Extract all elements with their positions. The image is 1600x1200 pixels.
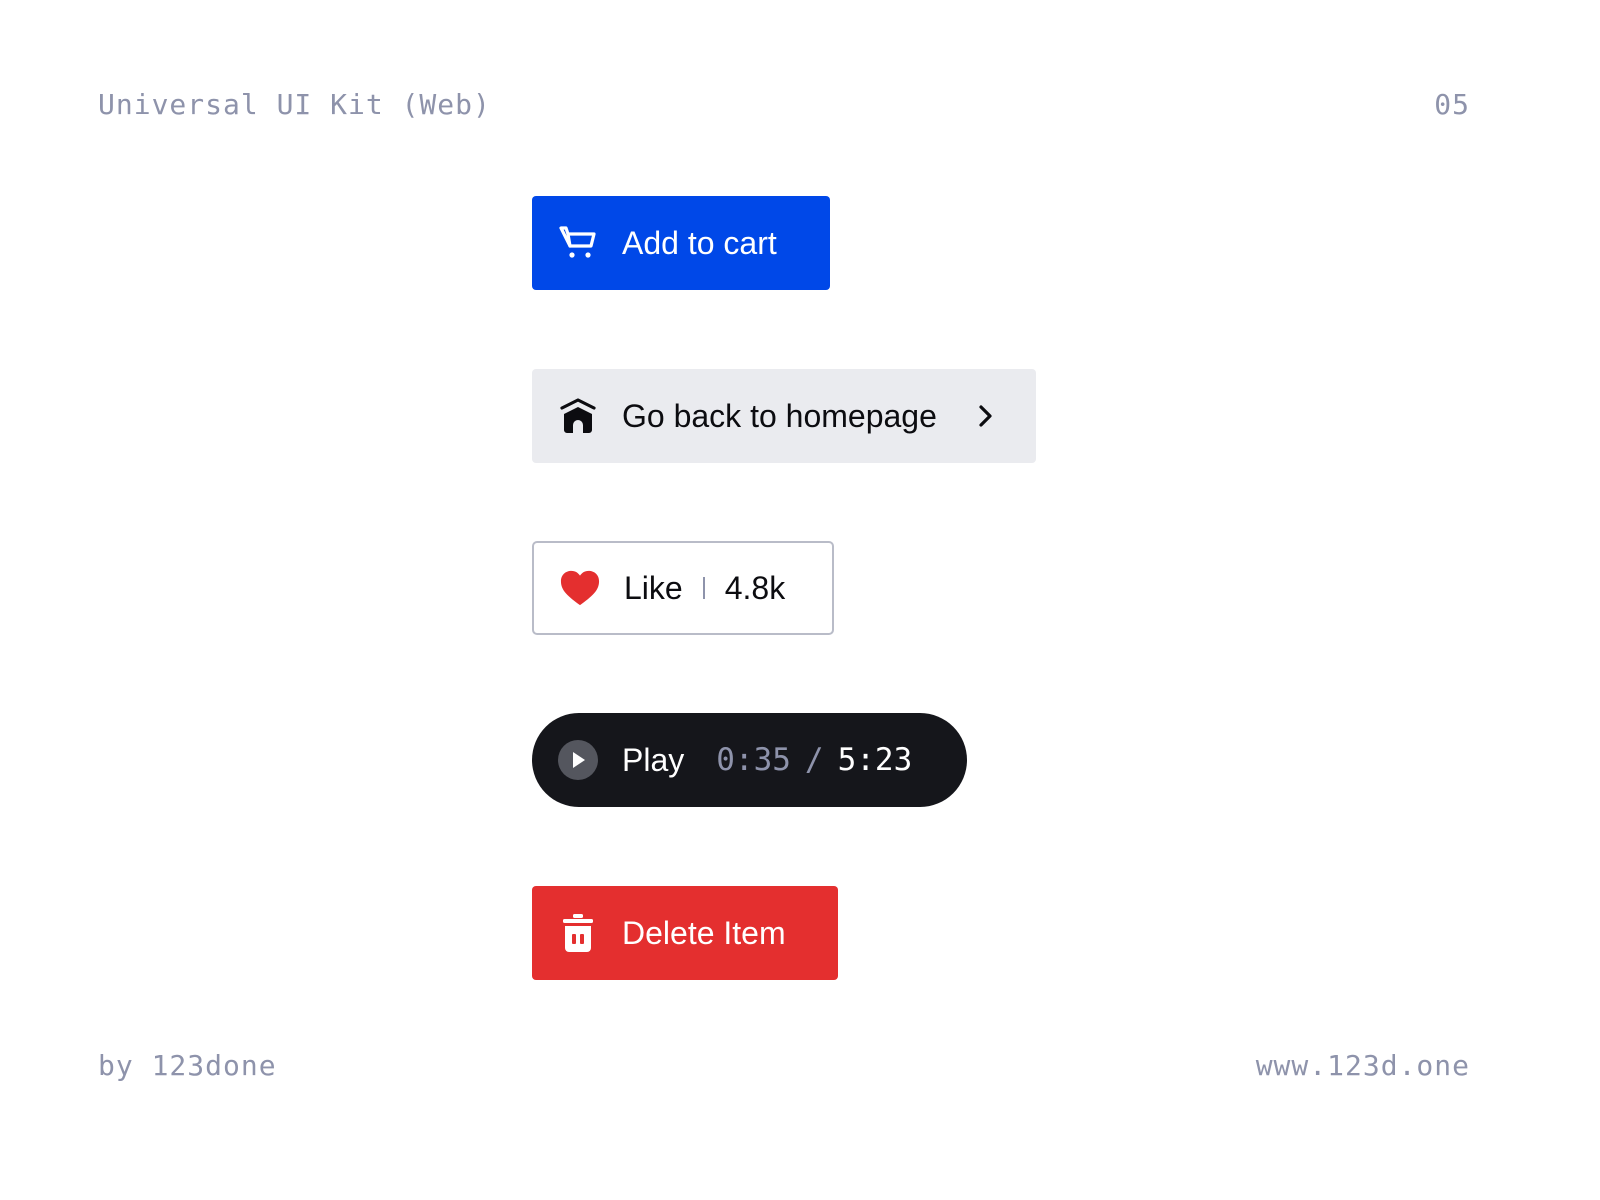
author-credit: by 123done <box>98 1049 277 1082</box>
like-count: 4.8k <box>724 569 786 606</box>
divider <box>702 577 705 599</box>
like-button[interactable]: Like 4.8k <box>532 541 834 635</box>
play-label: Play <box>622 741 685 778</box>
total-time: 5:23 <box>837 742 913 778</box>
website-link[interactable]: www.123d.one <box>1256 1049 1470 1082</box>
heart-icon <box>560 568 600 608</box>
go-home-button[interactable]: Go back to homepage <box>532 369 1036 463</box>
play-button[interactable]: Play 0:35 / 5:23 <box>532 713 967 807</box>
kit-title: Universal UI Kit (Web) <box>98 88 491 121</box>
play-icon <box>558 740 598 780</box>
delete-item-button[interactable]: Delete Item <box>532 886 838 980</box>
home-icon <box>558 396 598 436</box>
time-separator: / <box>804 742 824 778</box>
add-to-cart-button[interactable]: Add to cart <box>532 196 830 290</box>
trash-icon <box>558 913 598 953</box>
go-home-label: Go back to homepage <box>622 397 937 434</box>
chevron-right-icon <box>976 404 1000 428</box>
delete-item-label: Delete Item <box>622 914 786 951</box>
playback-time: 0:35 / 5:23 <box>716 742 912 778</box>
add-to-cart-label: Add to cart <box>622 224 777 261</box>
like-label: Like <box>624 569 683 606</box>
page-number: 05 <box>1434 88 1470 121</box>
current-time: 0:35 <box>716 742 791 778</box>
cart-icon <box>558 223 598 263</box>
